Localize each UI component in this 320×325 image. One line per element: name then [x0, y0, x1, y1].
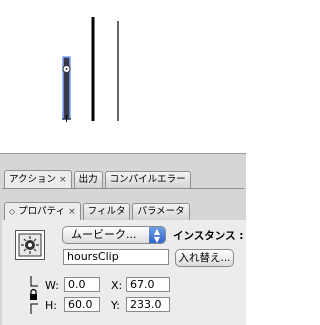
tab-compile-errors[interactable]: コンパイルエラー — [104, 171, 191, 188]
close-icon[interactable]: × — [68, 204, 76, 220]
y-label: Y: — [111, 299, 120, 312]
properties-body: ムービーク... ▲ ▼ インスタンス : hoursClip 入れ替え... W… — [2, 220, 246, 325]
tab-parameters[interactable]: パラメータ — [132, 203, 190, 220]
tab-filters[interactable]: フィルタ — [82, 203, 131, 220]
x-field[interactable]: 67.0 — [126, 277, 170, 292]
panel-area: アクション × 出力 コンパイルエラー ◇ プロパティ × フィルタ パラメータ — [0, 153, 246, 325]
divider — [2, 188, 244, 189]
stage-canvas[interactable] — [0, 0, 246, 122]
height-label: H: — [45, 299, 57, 312]
tab-output[interactable]: 出力 — [73, 171, 103, 188]
symbol-type-select[interactable]: ムービーク... ▲ ▼ — [62, 226, 166, 244]
x-label: X: — [111, 279, 123, 292]
tab-properties[interactable]: ◇ プロパティ × — [4, 202, 81, 220]
selected-hour-hand[interactable] — [62, 56, 71, 122]
tab-parameters-label: パラメータ — [137, 206, 185, 217]
swap-button[interactable]: 入れ替え... — [175, 249, 234, 267]
tab-properties-label: プロパティ — [18, 205, 66, 217]
panel-tabbar: アクション × 出力 コンパイルエラー — [4, 170, 193, 188]
instance-label: インスタンス : — [173, 230, 244, 242]
tab-actions-label: アクション — [9, 173, 57, 185]
constrain-lock-icon[interactable] — [28, 275, 40, 315]
height-field[interactable]: 60.0 — [64, 297, 100, 312]
tab-compile-errors-label: コンパイルエラー — [109, 174, 186, 185]
tab-output-label: 出力 — [78, 174, 98, 185]
tab-actions[interactable]: アクション × — [4, 170, 72, 188]
symbol-type-value: ムービーク... — [71, 228, 137, 241]
close-icon[interactable]: × — [59, 172, 67, 188]
width-field[interactable]: 0.0 — [64, 277, 100, 292]
collapse-icon[interactable]: ◇ — [9, 204, 15, 220]
chevron-updown-icon: ▲ ▼ — [149, 227, 165, 244]
movieclip-icon — [15, 230, 45, 260]
tab-filters-label: フィルタ — [87, 206, 126, 217]
y-field[interactable]: 233.0 — [126, 297, 170, 312]
instance-name-input[interactable]: hoursClip — [63, 249, 169, 265]
property-tabbar: ◇ プロパティ × フィルタ パラメータ — [4, 202, 192, 220]
width-label: W: — [45, 279, 59, 292]
